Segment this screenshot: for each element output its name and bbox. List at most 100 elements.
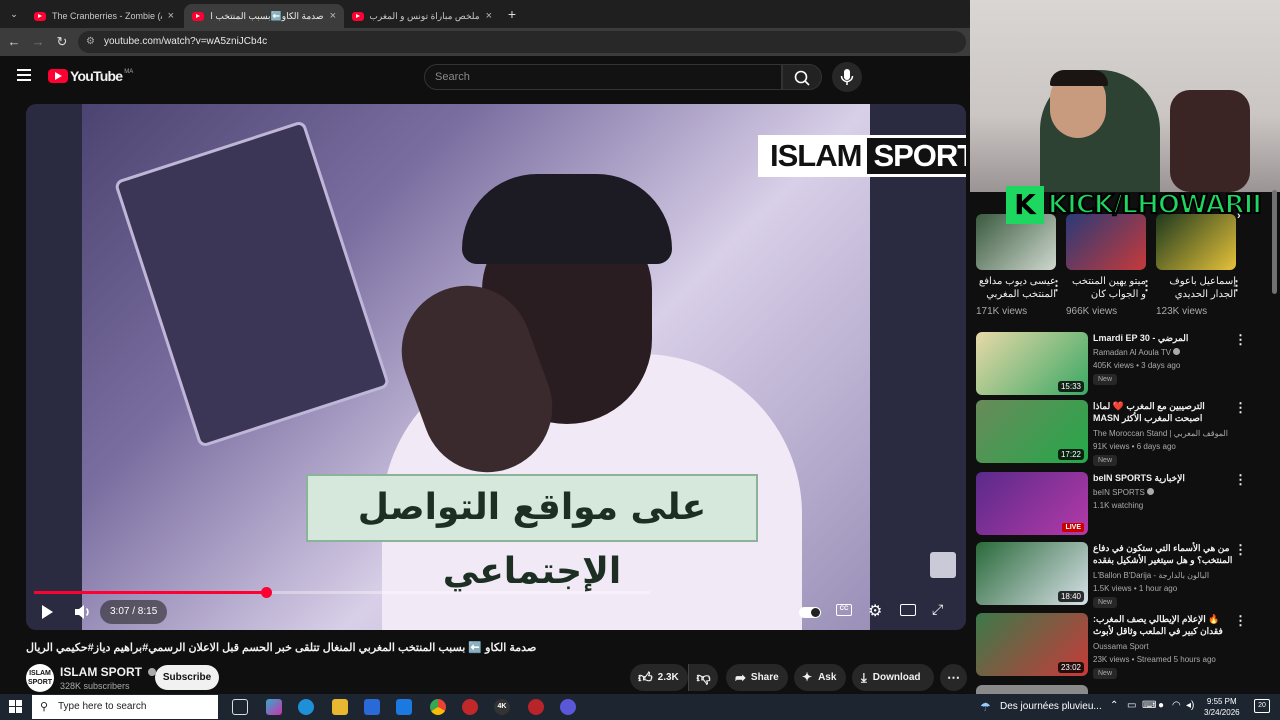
channel-name[interactable]: The Moroccan Stand | الموقف المغربي [1093,429,1228,438]
channel-name[interactable]: beIN SPORTS [1093,488,1145,497]
video-thumbnail[interactable]: 15:33 [976,332,1088,395]
video-title[interactable]: من هي الأسماء التي ستكون في دفاع المنتخب… [1093,542,1233,566]
recommendation-item[interactable]: 23:02 🔥 الإعلام الإيطالي يصف المغرب: فقد… [976,613,1272,679]
show-hidden-icons-icon[interactable]: ⌃ [1110,700,1118,711]
download-button[interactable]: ⤓ Download [852,664,934,691]
wifi-icon[interactable]: ◠ [1172,700,1181,711]
short-title[interactable]: عيسى ديوب مدافع المنتخب المغربي [976,275,1056,303]
app-icon-red[interactable] [462,699,478,715]
taskbar-clock[interactable]: 9:55 PM 3/24/2026 [1204,696,1240,718]
new-tab-button[interactable]: + [502,4,522,24]
recommendation-item[interactable]: LIVE beIN SPORTS الإخبارية beIN SPORTS 1… [976,472,1272,536]
video-title[interactable]: 🔥 الإعلام الإيطالي يصف المغرب: فقدان كبي… [1093,613,1233,637]
progress-fill [34,591,267,594]
more-options-icon[interactable]: ⋮ [1230,278,1243,294]
keyboard-icon[interactable]: ⌨ [1142,700,1156,711]
tab-current-video[interactable]: صدمة الكاو⬅️بسبب المنتخب الم × [184,4,344,28]
microphone-icon[interactable]: ● [1158,700,1164,711]
theater-mode-icon[interactable] [900,604,916,616]
tab-tunisia-morocco[interactable]: ملخص مباراة تونس و المغرب be × [344,4,500,28]
video-title[interactable]: الترصيبين مع المغرب ❤️ لماذا اصبحت المغر… [1093,400,1233,424]
mail-icon[interactable] [396,699,412,715]
video-player[interactable]: ISLAM SPORT على مواقع التواصل الإجتماعي … [26,104,966,630]
share-button[interactable]: ➦ Share [726,664,788,691]
channel-name[interactable]: Ramadan Al Aoula TV [1093,348,1171,357]
more-options-icon[interactable]: ⋮ [1234,542,1247,558]
chrome-browser-icon[interactable] [430,699,446,715]
sparkle-icon: ✦ [802,670,813,684]
subscribe-button[interactable]: Subscribe [155,665,219,690]
play-button[interactable] [40,604,54,623]
autoplay-toggle[interactable] [799,607,821,618]
streamer-hair [1050,70,1108,86]
progress-bar[interactable] [34,587,650,598]
app-icon-4k[interactable]: 4K [494,699,510,715]
more-options-icon[interactable]: ⋮ [1234,613,1247,629]
task-view-icon[interactable] [232,699,248,715]
sidebar-scrollbar[interactable] [1272,190,1277,294]
recommendation-item[interactable] [976,685,1272,694]
tab-close-icon[interactable]: × [168,10,174,22]
video-thumbnail[interactable]: LIVE [976,472,1088,535]
more-options-icon[interactable]: ⋮ [1234,400,1247,416]
address-bar[interactable]: ⚙ youtube.com/watch?v=wA5zniJCb4c [78,31,966,53]
captions-icon[interactable]: CC [836,604,852,616]
channel-watermark-icon[interactable] [930,552,956,578]
search-input[interactable]: Search [424,64,782,90]
more-options-icon[interactable]: ⋮ [1140,278,1153,294]
youtube-logo[interactable]: YouTube MA [48,68,133,84]
channel-avatar[interactable]: ISLAM SPORT [26,664,54,692]
short-title[interactable]: إسماعيل باعوف الجدار الحديدي [1156,275,1236,303]
windows-start-icon[interactable] [9,700,23,714]
video-thumbnail[interactable]: 17:22 [976,400,1088,463]
app-icon-recorder[interactable] [528,699,544,715]
channel-name-row[interactable]: ISLAM SPORT [60,665,157,679]
reload-icon[interactable]: ↻ [52,32,72,52]
video-duration: 17:22 [1057,449,1084,460]
file-explorer-icon[interactable] [332,699,348,715]
video-thumbnail[interactable] [976,685,1088,694]
network-icon[interactable]: ▭ [1127,700,1136,711]
video-thumbnail[interactable]: 18:40 [976,542,1088,605]
fullscreen-icon[interactable]: ⤢ [932,601,943,618]
taskbar-search-input[interactable]: ⚲ Type here to search [32,695,218,719]
tab-cranberries[interactable]: The Cranberries - Zombie (Alt. V × [26,4,182,28]
tab-close-icon[interactable]: × [486,10,492,22]
search-button[interactable] [782,64,822,90]
back-arrow-icon[interactable]: ← [4,32,24,52]
ask-button[interactable]: ✦ Ask [794,664,846,691]
speaker-icon[interactable]: ◂) [1186,700,1194,711]
site-info-icon[interactable]: ⚙ [86,31,95,53]
hamburger-menu-icon[interactable] [17,69,31,81]
recommendation-item[interactable]: 15:33 Lmardi EP 30 - المرضي Ramadan Al A… [976,332,1272,396]
volume-button[interactable] [74,604,92,623]
store-icon[interactable] [364,699,380,715]
video-thumbnail[interactable]: 23:02 [976,613,1088,676]
voice-search-button[interactable] [832,62,862,92]
channel-name[interactable]: Oussama Sport [1093,642,1149,651]
tab-close-icon[interactable]: × [330,10,336,22]
short-title[interactable]: ميتو يهين المنتخب و الجواب كان [1066,275,1146,303]
channel-name[interactable]: ISLAM SPORT [60,665,142,679]
like-button[interactable]: 👍︎ 2.3K [630,664,688,691]
more-options-icon[interactable]: ⋮ [1050,278,1063,294]
copilot-icon[interactable] [266,699,282,715]
more-options-icon[interactable]: ⋮ [1234,472,1247,488]
tab-list-chevron-icon[interactable]: ⌄ [4,4,24,24]
channel-name[interactable]: L'Ballon B'Darija - البالون بالدارجة [1093,571,1209,580]
weather-text[interactable]: Des journées pluvieu... [1000,701,1102,712]
recommendation-item[interactable]: 18:40 من هي الأسماء التي ستكون في دفاع ا… [976,542,1272,608]
dislike-button[interactable]: 👎︎ [688,664,718,691]
more-actions-button[interactable]: ⋯ [940,664,967,691]
more-options-icon[interactable]: ⋮ [1234,332,1247,348]
shorts-next-arrow-icon[interactable]: › [1237,210,1241,222]
clock-time: 9:55 PM [1206,697,1237,706]
weather-icon[interactable]: ☂ [980,700,991,714]
recommendation-item[interactable]: 17:22 الترصيبين مع المغرب ❤️ لماذا اصبحت… [976,400,1272,466]
forward-arrow-icon[interactable]: → [28,32,48,52]
edge-browser-icon[interactable] [298,699,314,715]
notification-center-badge[interactable]: 20 [1254,699,1270,713]
live-badge: LIVE [1062,523,1084,532]
settings-gear-icon[interactable]: ⚙ [868,601,882,621]
discord-icon[interactable] [560,699,576,715]
